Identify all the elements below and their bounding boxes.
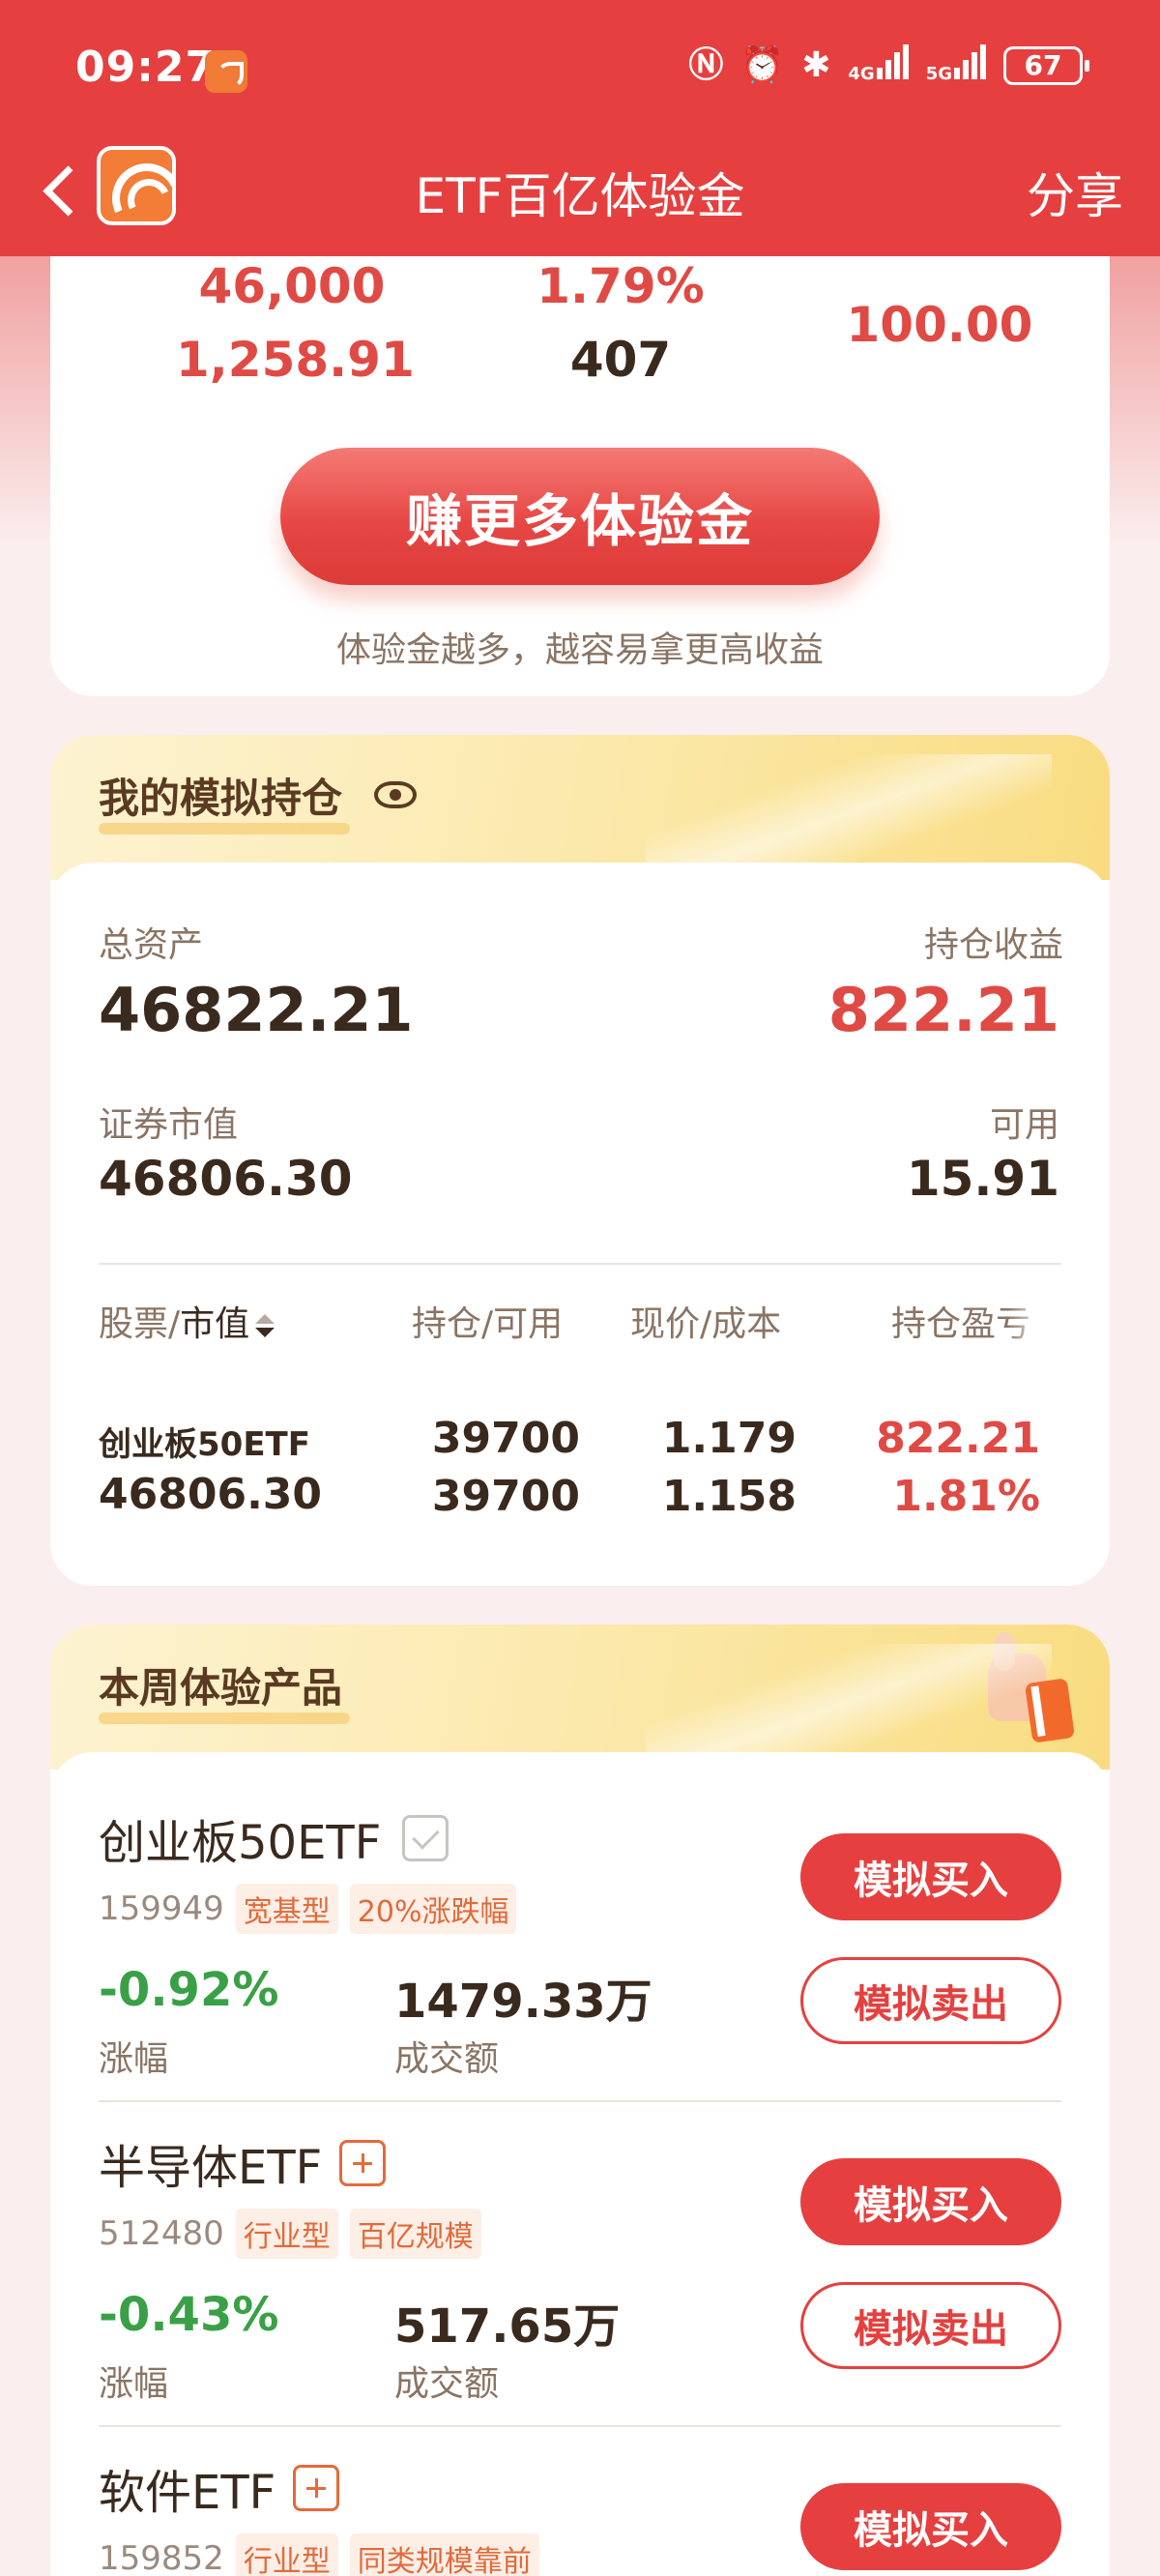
product-code: 159949: [99, 1889, 224, 1928]
weekly-card-header: 本周体验产品: [50, 1625, 1110, 1770]
product-name-row[interactable]: 创业板50ETF: [99, 1804, 450, 1872]
alarm-icon: ⏰: [740, 45, 785, 85]
product-name: 半导体ETF: [99, 2141, 323, 2195]
change-label: 涨幅: [99, 2039, 169, 2079]
product-tag: 行业型: [235, 2533, 338, 2576]
holdings-divider: [99, 1263, 1061, 1265]
product-meta: 512480 行业型 百亿规模: [99, 2209, 481, 2259]
stat-a1: 46,000: [198, 258, 386, 314]
col-pnl-header: 持仓盈亏: [891, 1304, 1031, 1344]
turnover-label: 成交额: [394, 2039, 500, 2079]
summary-card: 46,000 1,258.91 1.79% 407 100.00 赚更多体验金 …: [50, 218, 1110, 696]
holding-pnl: 822.21: [876, 1414, 1040, 1463]
product-name: 软件ETF: [99, 2466, 276, 2520]
market-value-label: 证券市值: [99, 1105, 239, 1145]
stat-a2: 1,258.91: [176, 332, 415, 388]
holdings-card-header: 我的模拟持仓: [50, 735, 1110, 880]
product-tag: 行业型: [235, 2209, 338, 2259]
earn-more-button[interactable]: 赚更多体验金: [280, 448, 880, 585]
product-change: -0.43%: [99, 2288, 279, 2342]
holding-price: 1.179: [661, 1414, 797, 1463]
market-value-value: 46806.30: [99, 1151, 353, 1207]
holding-pnl-pct: 1.81%: [892, 1472, 1040, 1521]
holding-cost: 1.158: [661, 1472, 797, 1521]
product-turnover: 517.65万: [394, 2299, 621, 2354]
stat-c: 100.00: [846, 297, 1033, 353]
product-tag: 同类规模靠前: [349, 2533, 539, 2576]
cta-note: 体验金越多，越容易拿更高收益: [335, 630, 824, 670]
col-position-header: 持仓/可用: [412, 1304, 564, 1344]
product-name: 创业板50ETF: [99, 1816, 382, 1870]
product-tag: 宽基型: [235, 1884, 338, 1934]
nfc-icon: Ⓝ: [688, 45, 724, 85]
product-divider: [99, 2425, 1061, 2427]
holding-position: 39700: [431, 1414, 580, 1463]
stat-b1: 1.79%: [536, 258, 705, 314]
product-change: -0.92%: [99, 1963, 279, 2017]
top-bar: 09:27 Ⓝ ⏰ ✱ 4G 5G 67 ETF百亿体验金 分享: [0, 0, 1160, 256]
watchlist-added-icon[interactable]: [402, 1815, 450, 1861]
product-name-row[interactable]: 半导体ETF: [99, 2129, 387, 2197]
status-icons: Ⓝ ⏰ ✱ 4G 5G 67: [688, 44, 1089, 87]
product-divider: [99, 2100, 1061, 2102]
signal-4g-icon: 4G: [848, 44, 909, 87]
product-name-row[interactable]: 软件ETF: [99, 2454, 340, 2522]
product-meta: 159949 宽基型 20%涨跌幅: [99, 1884, 517, 1934]
holding-available: 39700: [431, 1472, 580, 1521]
product-code: 512480: [99, 2214, 224, 2253]
product-turnover: 1479.33万: [394, 1975, 652, 2029]
product-tag: 20%涨跌幅: [349, 1884, 517, 1934]
simulate-sell-button[interactable]: 模拟卖出: [800, 2282, 1061, 2369]
holdings-title: 我的模拟持仓: [99, 766, 351, 834]
product-meta: 159852 行业型 同类规模靠前: [99, 2533, 539, 2576]
simulate-buy-button[interactable]: 模拟买入: [800, 2158, 1061, 2245]
product-code: 159852: [99, 2539, 224, 2576]
product-tag: 百亿规模: [349, 2209, 481, 2259]
add-watchlist-icon[interactable]: [339, 2140, 387, 2186]
nav-bar: ETF百亿体验金 分享: [0, 140, 1160, 256]
status-bar: 09:27 Ⓝ ⏰ ✱ 4G 5G 67: [0, 0, 1160, 140]
add-watchlist-icon[interactable]: [293, 2465, 340, 2511]
page-title: ETF百亿体验金: [415, 168, 745, 224]
position-profit-value: 822.21: [827, 975, 1059, 1045]
signal-5g-icon: 5G: [926, 44, 986, 87]
battery-icon: 67: [1003, 46, 1089, 85]
total-assets-label: 总资产: [99, 925, 204, 965]
col-stock-header[interactable]: 股票/市值: [99, 1296, 276, 1346]
available-value: 15.91: [906, 1151, 1059, 1207]
share-button[interactable]: 分享: [1027, 158, 1123, 227]
thumbs-up-icon: [978, 1632, 1076, 1748]
change-label: 涨幅: [99, 2364, 169, 2404]
status-time: 09:27: [75, 43, 217, 92]
app-notification-icon: [205, 50, 247, 93]
col-price-header: 现价/成本: [630, 1304, 782, 1344]
turnover-label: 成交额: [394, 2364, 500, 2404]
simulate-buy-button[interactable]: 模拟买入: [800, 2483, 1061, 2570]
simulate-sell-button[interactable]: 模拟卖出: [800, 1957, 1061, 2044]
bluetooth-icon: ✱: [801, 45, 831, 85]
available-label: 可用: [989, 1105, 1059, 1145]
stat-b2: 407: [569, 332, 672, 388]
total-assets-value: 46822.21: [99, 975, 414, 1045]
holding-name: 创业板50ETF: [99, 1425, 310, 1464]
position-profit-label: 持仓收益: [923, 925, 1063, 965]
holding-market-value: 46806.30: [99, 1470, 323, 1519]
simulate-buy-button[interactable]: 模拟买入: [800, 1833, 1061, 1920]
weekly-title: 本周体验产品: [99, 1655, 351, 1724]
eye-icon[interactable]: [374, 781, 417, 808]
